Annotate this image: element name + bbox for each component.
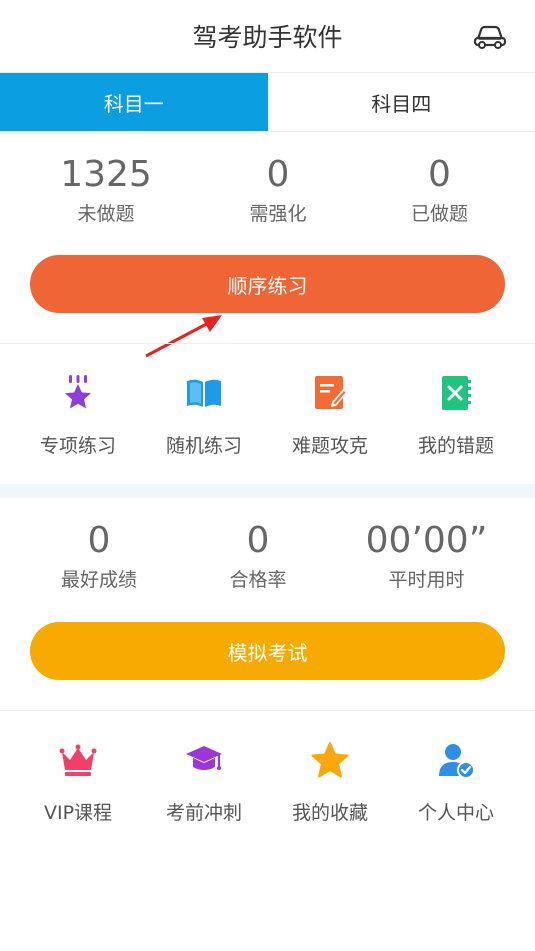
personal-center-item[interactable]: 个人中心 xyxy=(393,740,519,825)
practice-stats: 1325 未做题 0 需强化 0 已做题 xyxy=(0,155,535,226)
stat-undone-value: 1325 xyxy=(60,154,152,195)
stat-done-value: 0 xyxy=(428,154,451,195)
special-practice-label: 专项练习 xyxy=(39,435,116,457)
section-divider xyxy=(0,343,535,344)
stat-done-label: 已做题 xyxy=(410,203,468,225)
mock-exam-button[interactable]: 模拟考试 xyxy=(30,622,505,680)
my-favorites-label: 我的收藏 xyxy=(291,802,368,824)
tab-subject-four[interactable]: 科目四 xyxy=(268,73,535,131)
stat-best-score-value: 0 xyxy=(87,520,111,561)
stat-pass-rate-value: 0 xyxy=(246,520,270,561)
open-book-icon xyxy=(187,379,221,407)
stat-pass-rate-label: 合格率 xyxy=(229,569,287,591)
graduation-cap-icon xyxy=(186,746,222,770)
practice-grid: 专项练习 随机练习 难题攻克 我的错题 xyxy=(0,373,535,458)
star-icon xyxy=(311,742,349,778)
star-badge-icon xyxy=(65,375,91,409)
subject-tabs: 科目一 科目四 xyxy=(0,73,535,132)
pre-exam-sprint-item[interactable]: 考前冲刺 xyxy=(141,740,267,825)
car-icon[interactable] xyxy=(473,23,507,49)
stat-average-time-value: 00’00” xyxy=(365,520,488,561)
stat-undone: 1325 未做题 xyxy=(0,155,212,226)
sequential-practice-button[interactable]: 顺序练习 xyxy=(30,255,505,313)
stat-strengthen: 0 需强化 xyxy=(212,155,344,226)
stat-done: 0 已做题 xyxy=(344,155,535,226)
crown-icon xyxy=(59,744,97,776)
exam-stats: 0 最好成绩 0 合格率 00’00” 平时用时 xyxy=(0,521,535,592)
personal-center-label: 个人中心 xyxy=(417,802,494,824)
bottom-grid: VIP课程 考前冲刺 我的收藏 个人中心 xyxy=(0,740,535,825)
section-divider xyxy=(0,710,535,711)
hard-questions-label: 难题攻克 xyxy=(291,435,368,457)
random-practice-label: 随机练习 xyxy=(165,435,242,457)
my-mistakes-item[interactable]: 我的错题 xyxy=(393,373,519,458)
special-practice-item[interactable]: 专项练习 xyxy=(15,373,141,458)
random-practice-item[interactable]: 随机练习 xyxy=(141,373,267,458)
my-mistakes-label: 我的错题 xyxy=(417,435,494,457)
edit-note-icon xyxy=(315,376,348,409)
tab-subject-one[interactable]: 科目一 xyxy=(0,73,268,131)
stat-best-score: 0 最好成绩 xyxy=(0,521,198,592)
section-separator xyxy=(0,484,535,498)
hard-questions-item[interactable]: 难题攻克 xyxy=(267,373,393,458)
vip-course-item[interactable]: VIP课程 xyxy=(15,740,141,825)
stat-average-time: 00’00” 平时用时 xyxy=(318,521,535,592)
stat-strengthen-value: 0 xyxy=(266,154,290,195)
user-verified-icon xyxy=(439,744,475,779)
vip-course-label: VIP课程 xyxy=(43,802,113,824)
stat-pass-rate: 0 合格率 xyxy=(198,521,318,592)
page-title: 驾考助手软件 xyxy=(192,23,343,52)
stat-strengthen-label: 需强化 xyxy=(249,203,307,225)
stat-undone-label: 未做题 xyxy=(77,203,135,225)
app-header: 驾考助手软件 xyxy=(0,0,535,73)
pre-exam-sprint-label: 考前冲刺 xyxy=(165,802,242,824)
stat-average-time-label: 平时用时 xyxy=(388,569,465,591)
annotation-arrow xyxy=(145,315,222,358)
my-favorites-item[interactable]: 我的收藏 xyxy=(267,740,393,825)
stat-best-score-label: 最好成绩 xyxy=(60,569,137,591)
error-notebook-icon xyxy=(442,376,471,410)
